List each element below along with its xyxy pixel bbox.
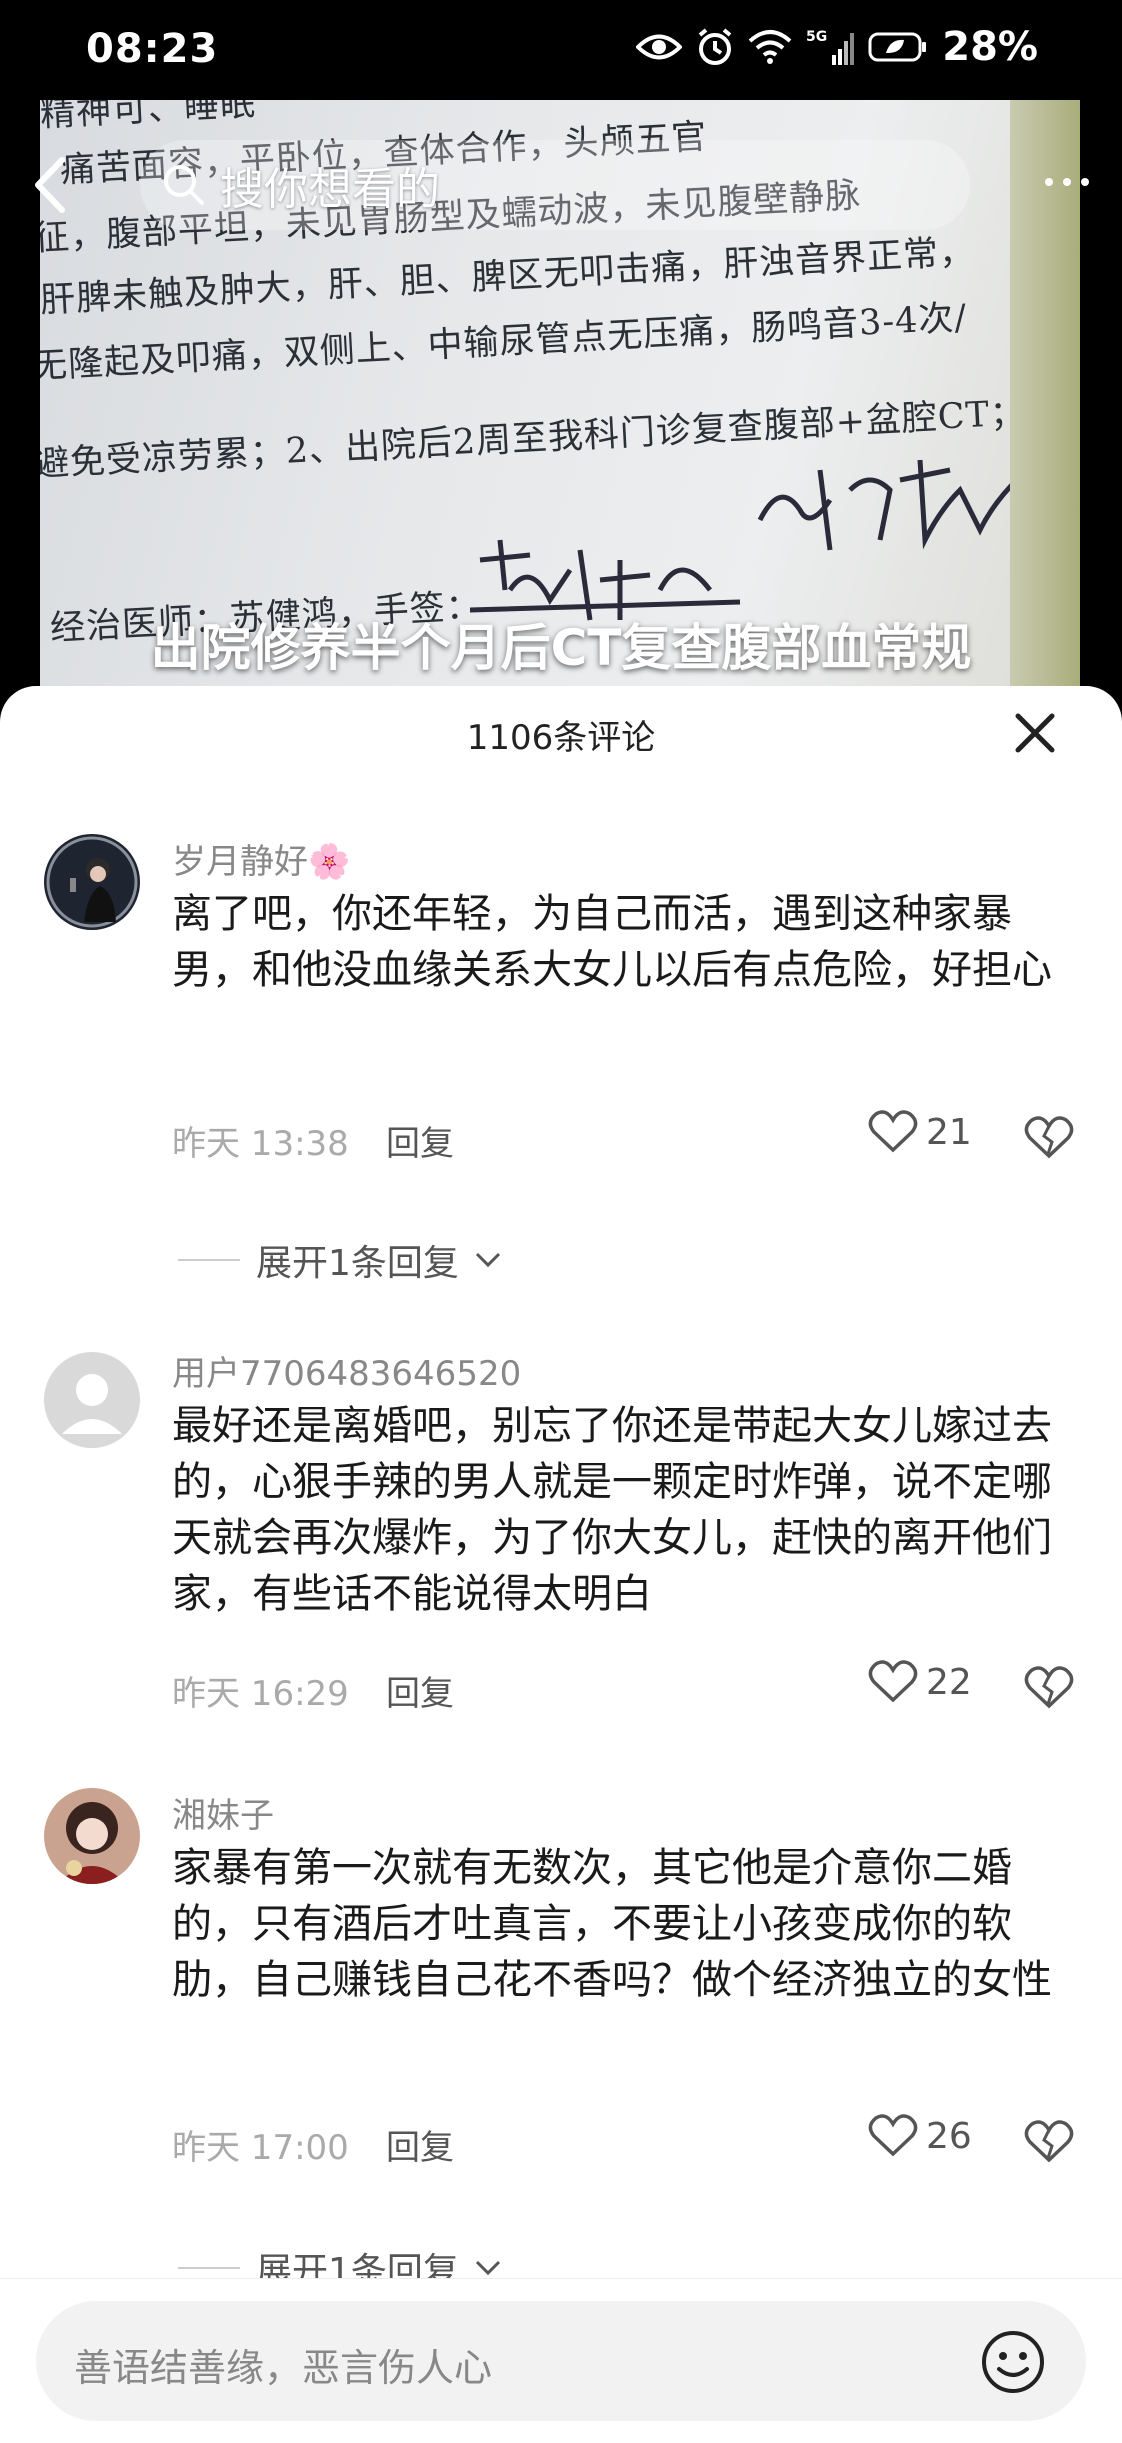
expand-replies-label: 展开1条回复 xyxy=(256,1243,459,1284)
alarm-icon xyxy=(698,28,732,65)
broken-heart-icon[interactable] xyxy=(1024,1664,1074,1712)
svg-text:5G: 5G xyxy=(806,29,827,45)
comment-item: 岁月静好🌸 离了吧，你还年轻，为自己而活，遇到这种家暴男，和他没血缘关系大女儿以… xyxy=(0,834,1122,1034)
like-button[interactable]: 21 xyxy=(868,1110,972,1154)
comment-username[interactable]: 湘妹子 xyxy=(172,1788,274,1837)
search-icon xyxy=(164,165,204,205)
status-time: 08:23 xyxy=(86,26,219,72)
comments-header: 1106条评论 xyxy=(0,686,1122,786)
video-caption: 出院修养半个月后CT复查腹部血常规 xyxy=(150,619,972,677)
like-button[interactable]: 22 xyxy=(868,1660,972,1704)
avatar[interactable] xyxy=(44,1352,140,1448)
heart-icon xyxy=(868,1660,918,1703)
comments-sheet: 1106条评论 岁月静好🌸 离了吧，你还年轻，为自己而活，遇到这种家暴男，和他没… xyxy=(0,686,1122,2442)
comment-item: 用户7706483646520 最好还是离婚吧，别忘了你还是带起大女儿嫁过去的，… xyxy=(0,1334,1122,1617)
signal-5g-icon: 5G xyxy=(806,29,855,65)
search-bar[interactable]: 搜你想看的 xyxy=(140,140,970,230)
close-icon[interactable] xyxy=(1010,708,1060,758)
battery-level: 28% xyxy=(942,24,1038,70)
wifi-icon xyxy=(748,30,792,64)
comment-text: 家暴有第一次就有无数次，其它他是介意你二婚的，只有酒后才吐真言，不要让小孩变成你… xyxy=(172,1845,1052,2003)
comment-text: 离了吧，你还年轻，为自己而活，遇到这种家暴男，和他没血缘关系大女儿以后有点危险，… xyxy=(172,891,1052,993)
like-count: 26 xyxy=(926,2115,972,2157)
divider xyxy=(178,1259,240,1261)
broken-heart-icon[interactable] xyxy=(1024,1114,1074,1162)
eye-icon xyxy=(636,34,683,60)
comment-timestamp: 昨天 16:29 xyxy=(172,1674,349,1714)
search-placeholder: 搜你想看的 xyxy=(220,164,440,215)
comment-timestamp: 昨天 17:00 xyxy=(172,2128,349,2168)
heart-icon xyxy=(868,2114,918,2157)
battery-icon xyxy=(868,32,927,62)
avatar[interactable] xyxy=(44,1788,140,1884)
comment-text: 最好还是离婚吧，别忘了你还是带起大女儿嫁过去的，心狠手辣的男人就是一颗定时炸弹，… xyxy=(172,1403,1052,1617)
heart-icon xyxy=(868,1110,918,1153)
reply-button[interactable]: 回复 xyxy=(386,2120,454,2169)
back-arrow-icon[interactable] xyxy=(26,150,76,220)
chevron-down-icon xyxy=(475,1252,500,1268)
reply-button[interactable]: 回复 xyxy=(386,1666,454,1715)
avatar[interactable] xyxy=(44,834,140,930)
comment-timestamp: 昨天 13:38 xyxy=(172,1124,349,1164)
comment-input-bar: 善语结善缘，恶言伤人心 xyxy=(0,2278,1122,2443)
comment-item: 湘妹子 家暴有第一次就有无数次，其它他是介意你二婚的，只有酒后才吐真言，不要让小… xyxy=(0,1788,1122,2048)
video-player[interactable]: 精神可、睡眠 痛苦面容，平卧位，查体合作，头颅五官 征，腹部平坦，未见胃肠型及蠕… xyxy=(0,100,1122,686)
status-icons: 5G 28% xyxy=(636,22,1038,72)
paper-line: 精神可、睡眠 xyxy=(40,100,257,135)
handwritten-signature xyxy=(757,458,1042,551)
comment-count-title: 1106条评论 xyxy=(466,718,656,758)
emoji-icon[interactable] xyxy=(980,2329,1046,2395)
divider xyxy=(178,2267,240,2269)
like-button[interactable]: 26 xyxy=(868,2114,972,2158)
expand-replies[interactable]: 展开1条回复 xyxy=(178,1234,501,1286)
comment-input-placeholder: 善语结善缘，恶言伤人心 xyxy=(74,2346,493,2390)
chevron-down-icon xyxy=(475,2260,500,2276)
broken-heart-icon[interactable] xyxy=(1024,2118,1074,2166)
comment-username[interactable]: 用户7706483646520 xyxy=(172,1346,521,1395)
reply-button[interactable]: 回复 xyxy=(386,1116,454,1165)
status-bar: 08:23 5G 28% xyxy=(0,0,1122,100)
more-options-icon[interactable] xyxy=(1042,172,1092,192)
like-count: 21 xyxy=(926,1111,972,1153)
comment-input[interactable]: 善语结善缘，恶言伤人心 xyxy=(36,2301,1086,2421)
comment-username[interactable]: 岁月静好🌸 xyxy=(172,834,350,883)
like-count: 22 xyxy=(926,1661,972,1703)
